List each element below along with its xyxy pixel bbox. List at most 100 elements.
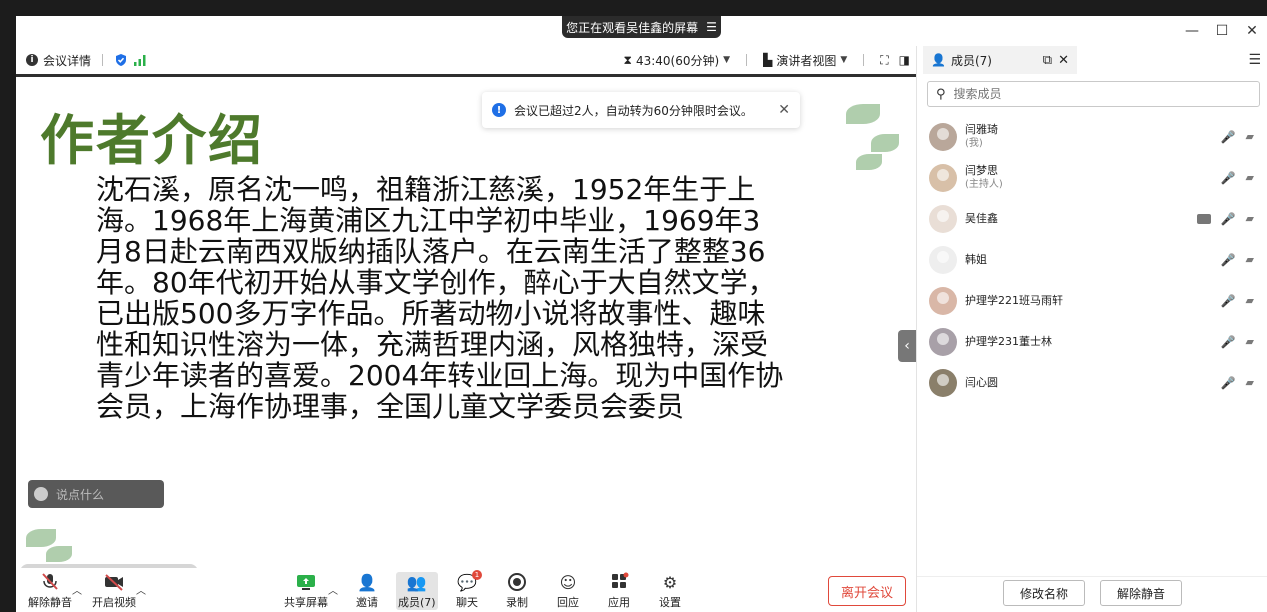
member-search-input[interactable]: [953, 87, 1234, 101]
member-name: 吴佳鑫: [965, 211, 998, 225]
divider: [102, 54, 104, 66]
unmute-self-button[interactable]: 解除静音: [1100, 580, 1182, 606]
fullscreen-icon[interactable]: ⛶: [880, 53, 888, 68]
gear-icon: ⚙: [662, 572, 678, 592]
sidebar-toggle-icon[interactable]: ◨: [899, 53, 910, 67]
chat-icon: 💬 1: [456, 570, 482, 592]
leaf-decoration: [26, 529, 56, 547]
close-button[interactable]: ✕: [1237, 16, 1267, 46]
camera-off-icon[interactable]: ▰: [1246, 171, 1254, 184]
add-user-icon: 👤: [357, 572, 377, 592]
start-video-button[interactable]: 开启视频: [92, 572, 136, 610]
invite-button[interactable]: 👤 邀请: [356, 572, 378, 610]
camera-off-icon[interactable]: ▰: [1246, 376, 1254, 389]
screen-share-banner[interactable]: 您正在观看吴佳鑫的屏幕 ☰: [562, 16, 721, 38]
camera-off-icon[interactable]: ▰: [1246, 335, 1254, 348]
list-item[interactable]: 闫雅琦 (我) 🎤 ▰: [917, 116, 1267, 157]
divider: [863, 54, 865, 66]
chevron-up-icon[interactable]: ︿: [136, 582, 146, 597]
mic-off-icon[interactable]: 🎤: [1221, 376, 1236, 390]
leaf-decoration: [856, 154, 882, 170]
rename-button[interactable]: 修改名称: [1003, 580, 1085, 606]
popout-icon[interactable]: ⧉: [1043, 53, 1052, 68]
menu-icon[interactable]: ☰: [1248, 52, 1261, 68]
divider: [746, 54, 748, 66]
record-label: 录制: [506, 596, 528, 609]
mic-icon[interactable]: 🎤: [1221, 171, 1236, 185]
avatar: [929, 204, 957, 233]
apps-button[interactable]: 应用: [608, 572, 630, 610]
close-icon[interactable]: ✕: [1058, 53, 1069, 68]
settings-button[interactable]: ⚙ 设置: [659, 572, 681, 610]
avatar: [929, 163, 957, 192]
chevron-up-icon[interactable]: ︿: [328, 582, 338, 597]
list-item[interactable]: 吴佳鑫 🎤 ▰: [917, 198, 1267, 239]
leave-meeting-button[interactable]: 离开会议: [828, 576, 906, 606]
share-screen-button[interactable]: 共享屏幕: [284, 572, 328, 610]
mic-off-icon[interactable]: 🎤: [1221, 335, 1236, 349]
camera-off-icon[interactable]: ▰: [1246, 253, 1254, 266]
list-item[interactable]: 闫梦思 (主持人) 🎤 ▰: [917, 157, 1267, 198]
avatar: [929, 245, 957, 274]
list-item[interactable]: 闫心圆 🎤 ▰: [917, 362, 1267, 403]
members-panel: 👤 成员(7) ⧉ ✕ ☰ ⚲ 闫雅琦 (我): [916, 46, 1267, 612]
time-limit-notice: ! 会议已超过2人，自动转为60分钟限时会议。 ✕: [482, 92, 800, 128]
notice-text: 会议已超过2人，自动转为60分钟限时会议。: [514, 103, 753, 118]
collapse-panel-tab[interactable]: ‹: [898, 330, 916, 362]
list-item[interactable]: 护理学221班马雨轩 🎤 ▰: [917, 280, 1267, 321]
menu-icon[interactable]: ☰: [706, 20, 717, 34]
emoji-icon[interactable]: [34, 487, 48, 501]
camera-off-icon[interactable]: ▰: [1246, 212, 1254, 225]
view-mode-button[interactable]: ▙ 演讲者视图 ▼: [763, 52, 847, 69]
shield-icon[interactable]: [114, 53, 128, 67]
start-video-label: 开启视频: [92, 596, 136, 609]
record-button[interactable]: 录制: [506, 572, 528, 610]
maximize-button[interactable]: ☐: [1207, 16, 1237, 46]
members-tab[interactable]: 👤 成员(7) ⧉ ✕: [923, 46, 1077, 74]
settings-label: 设置: [659, 596, 681, 609]
notice-close-icon[interactable]: ✕: [778, 102, 790, 118]
member-name-block: 闫雅琦 (我): [965, 123, 998, 151]
leaf-decoration: [46, 546, 72, 562]
list-item[interactable]: 护理学231董士林 🎤 ▰: [917, 321, 1267, 362]
mic-off-icon[interactable]: 🎤: [1221, 253, 1236, 267]
member-status: 🎤 ▰: [1221, 280, 1254, 321]
member-name-block: 护理学231董士林: [965, 335, 1052, 349]
timer-button[interactable]: ⧗ 43:40(60分钟) ▼: [624, 52, 731, 69]
member-status: 🎤 ▰: [1221, 157, 1254, 198]
chevron-up-icon[interactable]: ︿: [72, 582, 82, 597]
meeting-info-button[interactable]: i 会议详情: [26, 52, 147, 69]
tab-actions: ⧉ ✕: [1043, 53, 1069, 68]
slide-body-text: 沈石溪，原名沈一鸣，祖籍浙江慈溪，1952年生于上海。1968年上海黄浦区九江中…: [96, 173, 784, 423]
camera-off-icon: [105, 574, 123, 591]
quick-chat-input[interactable]: 说点什么: [28, 480, 164, 508]
mic-off-icon[interactable]: 🎤: [1221, 130, 1236, 144]
member-status: 🎤 ▰: [1196, 198, 1254, 239]
members-button[interactable]: 👥 成员(7): [396, 572, 438, 610]
member-name: 护理学221班马雨轩: [965, 293, 1063, 307]
chat-button[interactable]: 💬 1 聊天: [456, 570, 482, 610]
mic-on-icon[interactable]: 🎤: [1221, 212, 1236, 226]
camera-off-icon[interactable]: ▰: [1246, 130, 1254, 143]
slide-title: 作者介绍: [40, 109, 264, 172]
apps-label: 应用: [608, 596, 630, 609]
member-status: 🎤 ▰: [1221, 321, 1254, 362]
unmute-button[interactable]: 解除静音: [28, 572, 72, 610]
list-item[interactable]: 韩姐 🎤 ▰: [917, 239, 1267, 280]
chat-badge: 1: [472, 570, 482, 580]
leaf-decoration: [871, 134, 899, 152]
alert-icon: !: [492, 103, 506, 117]
chevron-left-icon: ‹: [904, 338, 910, 354]
timer-text: 43:40(60分钟): [635, 53, 720, 68]
member-name-block: 吴佳鑫: [965, 212, 998, 226]
camera-off-icon[interactable]: ▰: [1246, 294, 1254, 307]
members-panel-footer: 修改名称 解除静音: [917, 576, 1267, 612]
signal-icon[interactable]: [133, 54, 147, 66]
mic-off-icon[interactable]: 🎤: [1221, 294, 1236, 308]
chat-label: 聊天: [456, 596, 478, 609]
minimize-button[interactable]: —: [1177, 16, 1207, 46]
apps-grid-icon: [612, 572, 629, 588]
reaction-button[interactable]: ☺ 回应: [557, 572, 579, 610]
member-name: 闫心圆: [965, 375, 998, 389]
member-search[interactable]: ⚲: [927, 81, 1260, 107]
